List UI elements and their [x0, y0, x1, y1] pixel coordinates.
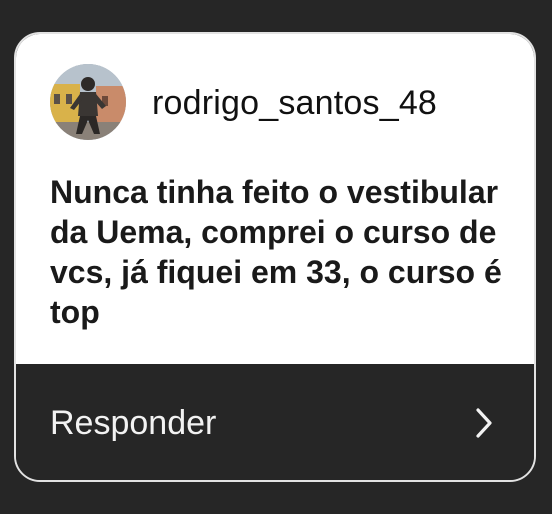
chevron-right-icon: [476, 408, 492, 438]
reply-label: Responder: [50, 404, 217, 442]
comment-card: rodrigo_santos_48 Nunca tinha feito o ve…: [14, 32, 536, 482]
avatar[interactable]: [50, 64, 126, 140]
comment-content: rodrigo_santos_48 Nunca tinha feito o ve…: [16, 34, 534, 364]
username[interactable]: rodrigo_santos_48: [152, 84, 437, 123]
comment-message: Nunca tinha feito o vestibular da Uema, …: [50, 174, 502, 330]
reply-button[interactable]: Responder: [16, 364, 534, 480]
avatar-photo: [50, 64, 126, 140]
